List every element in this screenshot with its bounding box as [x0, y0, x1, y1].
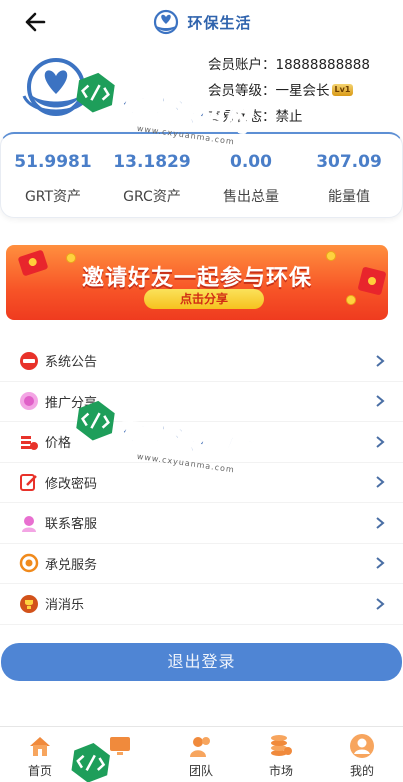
menu-item-label: 推广分享: [45, 395, 98, 411]
stat-grc[interactable]: 13.1829 GRC资产: [102, 152, 202, 206]
menu-item-price[interactable]: 价格: [0, 422, 403, 463]
nav-label: 我的: [349, 764, 374, 778]
nav-label: 团队: [188, 764, 213, 778]
nav-home[interactable]: 首页: [10, 733, 70, 779]
team-icon: [190, 737, 210, 757]
nav-team[interactable]: 团队: [171, 733, 231, 779]
stat-sold-total[interactable]: 0.00 售出总量: [201, 152, 301, 206]
coins-icon: [271, 735, 292, 756]
level-row: 会员等级： 一星会长 Lv1: [208, 78, 370, 104]
account-value: 18888888888: [275, 57, 370, 73]
menu-item-label: 修改密码: [45, 476, 98, 492]
account-row: 会员账户： 18888888888: [208, 52, 370, 78]
menu-item-label: 联系客服: [45, 517, 98, 533]
customer-service-icon: [22, 515, 36, 532]
nav-monitor[interactable]: [90, 733, 150, 762]
price-icon: [21, 435, 38, 450]
chevron-right-icon: [376, 516, 385, 529]
nav-label: 首页: [27, 764, 52, 778]
chevron-right-icon: [376, 476, 385, 489]
menu-item-label: 系统公告: [45, 355, 98, 371]
chevron-right-icon: [376, 395, 385, 408]
stat-energy[interactable]: 307.09 能量值: [299, 152, 399, 206]
status-label: 交易状态：: [208, 109, 276, 125]
menu-item-exchange[interactable]: 承兑服务: [0, 544, 403, 584]
nav-mine[interactable]: 我的: [332, 733, 392, 779]
level-label: 会员等级：: [208, 83, 276, 99]
stat-label: GRT资产: [24, 189, 82, 205]
stat-value: 13.1829: [113, 152, 191, 172]
page-title: 环保生活: [187, 13, 252, 32]
menu-item-label: 承兑服务: [45, 557, 98, 573]
red-envelope-icon: [358, 267, 386, 295]
asset-stats-card: 51.9981 GRT资产 13.1829 GRC资产 0.00 售出总量 30…: [0, 132, 403, 218]
monitor-icon: [110, 737, 130, 755]
stat-label: 能量值: [328, 189, 370, 205]
profile-icon: [350, 734, 374, 758]
edit-password-icon: [20, 474, 37, 492]
coin-icon: [346, 295, 356, 305]
chevron-right-icon: [376, 597, 385, 610]
nav-label: 市场: [268, 764, 293, 778]
nav-market[interactable]: 市场: [251, 733, 311, 779]
menu-list: 系统公告 推广分享 价格 修改密码 联系客服 承兑服务 消消乐: [0, 341, 403, 625]
brand: 环保生活: [0, 9, 403, 35]
brand-logo-icon: [154, 9, 179, 35]
stat-label: GRC资产: [123, 189, 181, 205]
chevron-right-icon: [376, 557, 385, 570]
menu-item-announcement[interactable]: 系统公告: [0, 341, 403, 382]
menu-item-customer-service[interactable]: 联系客服: [0, 503, 403, 544]
status-value: 禁止: [275, 109, 303, 125]
trophy-icon: [20, 594, 38, 613]
menu-item-label: 价格: [45, 436, 72, 452]
logout-button[interactable]: 退出登录: [1, 643, 402, 681]
menu-item-match-game[interactable]: 消消乐: [0, 584, 403, 625]
banner-title: 邀请好友一起参与环保: [81, 266, 312, 291]
stat-value: 307.09: [316, 152, 382, 172]
header: 环保生活: [0, 0, 403, 46]
stat-value: 0.00: [230, 152, 272, 172]
exchange-icon: [19, 554, 39, 573]
announcement-icon: [20, 351, 38, 370]
menu-item-change-password[interactable]: 修改密码: [0, 463, 403, 503]
level-badge: Lv1: [331, 84, 354, 96]
bottom-nav: 首页 团队 市场 我的: [0, 726, 403, 782]
level-value: 一星会长: [275, 83, 330, 99]
avatar: [22, 58, 90, 116]
stat-label: 售出总量: [223, 189, 279, 205]
account-label: 会员账户：: [208, 57, 276, 73]
home-icon: [30, 737, 50, 756]
chevron-right-icon: [376, 435, 385, 448]
status-row: 交易状态： 禁止: [208, 104, 370, 130]
menu-item-label: 消消乐: [45, 598, 85, 614]
profile-info: 会员账户： 18888888888 会员等级： 一星会长 Lv1 交易状态： 禁…: [208, 52, 370, 130]
share-button[interactable]: 点击分享: [144, 289, 264, 309]
stat-value: 51.9981: [14, 152, 92, 172]
share-icon: [20, 392, 38, 411]
menu-item-share[interactable]: 推广分享: [0, 382, 403, 422]
chevron-right-icon: [376, 354, 385, 367]
invite-banner[interactable]: 邀请好友一起参与环保 点击分享: [6, 245, 388, 320]
stat-grt[interactable]: 51.9981 GRT资产: [3, 152, 103, 206]
